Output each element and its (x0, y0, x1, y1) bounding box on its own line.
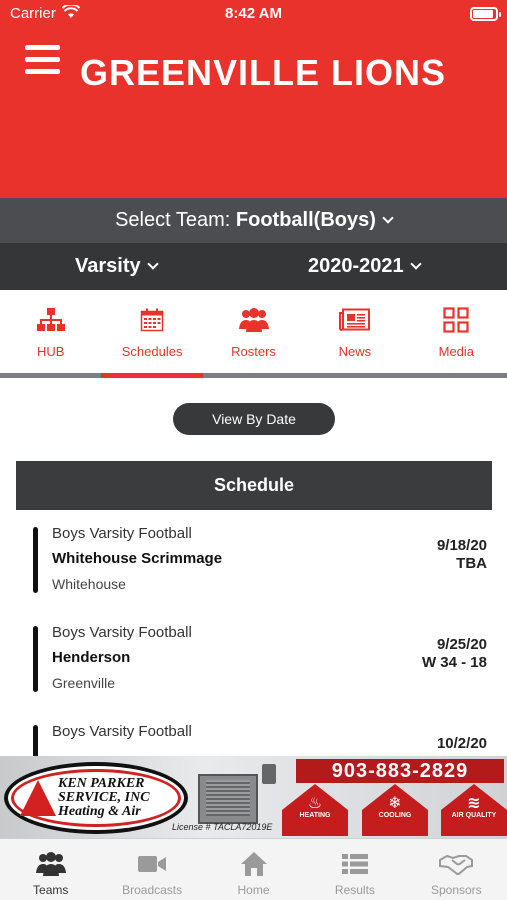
chevron-down-icon (409, 258, 422, 270)
newspaper-icon (338, 308, 370, 331)
team-selector[interactable]: Select Team: Football(Boys) (0, 198, 507, 243)
nav-label: Broadcasts (122, 883, 183, 897)
battery-icon (470, 7, 501, 21)
game-location: Greenville (52, 675, 116, 691)
game-sport: Boys Varsity Football (52, 723, 192, 740)
status-bar: Carrier 8:42 AM (0, 0, 507, 28)
tab-rosters[interactable]: Rosters (203, 290, 304, 373)
level-value: Varsity (75, 255, 141, 277)
team-selector-value: Football(Boys) (235, 209, 376, 231)
team-tabs: HUB Schedules Rosters News Media (0, 290, 507, 378)
schedule-header: Schedule (16, 461, 492, 510)
game-opponent: Whitehouse Scrimmage (52, 550, 223, 567)
sponsor-ad-banner[interactable]: KEN PARKER SERVICE, INC Heating & Air Li… (0, 756, 507, 838)
level-dropdown[interactable]: Varsity (75, 255, 159, 278)
status-time: 8:42 AM (225, 5, 282, 22)
list-item[interactable]: Boys Varsity Football Henderson Greenvil… (33, 624, 493, 704)
tab-label: Schedules (121, 344, 183, 359)
ad-company-line1: KEN PARKER (58, 776, 145, 791)
ad-company-line3: Heating & Air (58, 804, 141, 819)
home-icon (240, 852, 267, 876)
app-header: Carrier 8:42 AM GREENVILLE LIONS (0, 0, 507, 198)
game-sport: Boys Varsity Football (52, 525, 192, 542)
level-season-bar: Varsity 2020-2021 (0, 243, 507, 290)
tab-schedules[interactable]: Schedules (101, 290, 204, 378)
air-quality-badge: ≋ AIR QUALITY (441, 784, 507, 836)
ad-license: License # TACLA72019E (172, 822, 273, 832)
bottom-nav: Teams Broadcasts Home Results Sponsors (0, 838, 507, 900)
wind-icon: ≋ (467, 795, 481, 812)
game-date: 9/18/20 (436, 537, 487, 554)
list-icon (341, 854, 368, 874)
game-date: 10/2/20 (436, 735, 487, 752)
game-result: TBA (456, 555, 487, 572)
heating-badge: ♨ HEATING (282, 784, 348, 836)
sponsor-logo: KEN PARKER SERVICE, INC Heating & Air (4, 762, 188, 834)
nav-label: Teams (33, 883, 69, 897)
row-indicator (33, 527, 38, 593)
game-sport: Boys Varsity Football (52, 624, 192, 641)
game-date: 9/25/20 (436, 636, 487, 653)
season-dropdown[interactable]: 2020-2021 (308, 255, 422, 278)
tab-hub[interactable]: HUB (0, 290, 101, 373)
ad-company-line2: SERVICE, INC (58, 790, 150, 805)
people-icon (35, 852, 66, 876)
tab-label: Rosters (231, 344, 276, 359)
ad-phone: 903-883-2829 (296, 759, 504, 783)
nav-home[interactable]: Home (203, 839, 304, 900)
grid-icon (443, 307, 469, 333)
nav-broadcasts[interactable]: Broadcasts (101, 839, 202, 900)
calendar-icon (140, 308, 164, 332)
nav-label: Sponsors (430, 883, 482, 897)
tab-label: HUB (36, 344, 65, 359)
tab-label: News (338, 344, 372, 359)
snowflake-icon: ❄ (388, 795, 402, 812)
tab-news[interactable]: News (304, 290, 405, 373)
view-by-date-button[interactable]: View By Date (173, 403, 335, 435)
nav-sponsors[interactable]: Sponsors (406, 839, 507, 900)
game-opponent: Henderson (52, 649, 131, 666)
team-selector-prefix: Select Team: (115, 209, 231, 231)
game-location: Whitehouse (52, 576, 126, 592)
handshake-icon (439, 854, 474, 875)
list-item[interactable]: Boys Varsity Football Whitehouse Scrimma… (33, 525, 493, 605)
people-icon (238, 308, 269, 332)
menu-icon[interactable] (25, 45, 60, 74)
video-camera-icon (138, 856, 167, 872)
nav-results[interactable]: Results (304, 839, 405, 900)
season-value: 2020-2021 (308, 255, 404, 277)
page-title: GREENVILLE LIONS (80, 52, 447, 93)
chevron-down-icon (382, 212, 394, 224)
ac-unit-image (198, 774, 258, 824)
nav-teams[interactable]: Teams (0, 839, 101, 900)
cooling-badge: ❄ COOLING (362, 784, 428, 836)
row-indicator (33, 626, 38, 692)
game-result: W 34 - 18 (421, 654, 487, 671)
nav-label: Home (237, 883, 270, 897)
chevron-down-icon (146, 258, 159, 270)
tab-media[interactable]: Media (406, 290, 507, 373)
tab-label: Media (438, 344, 475, 359)
flame-icon: ♨ (307, 795, 323, 812)
org-chart-icon (36, 308, 65, 331)
nav-label: Results (334, 883, 375, 897)
thermostat-image (262, 764, 276, 784)
